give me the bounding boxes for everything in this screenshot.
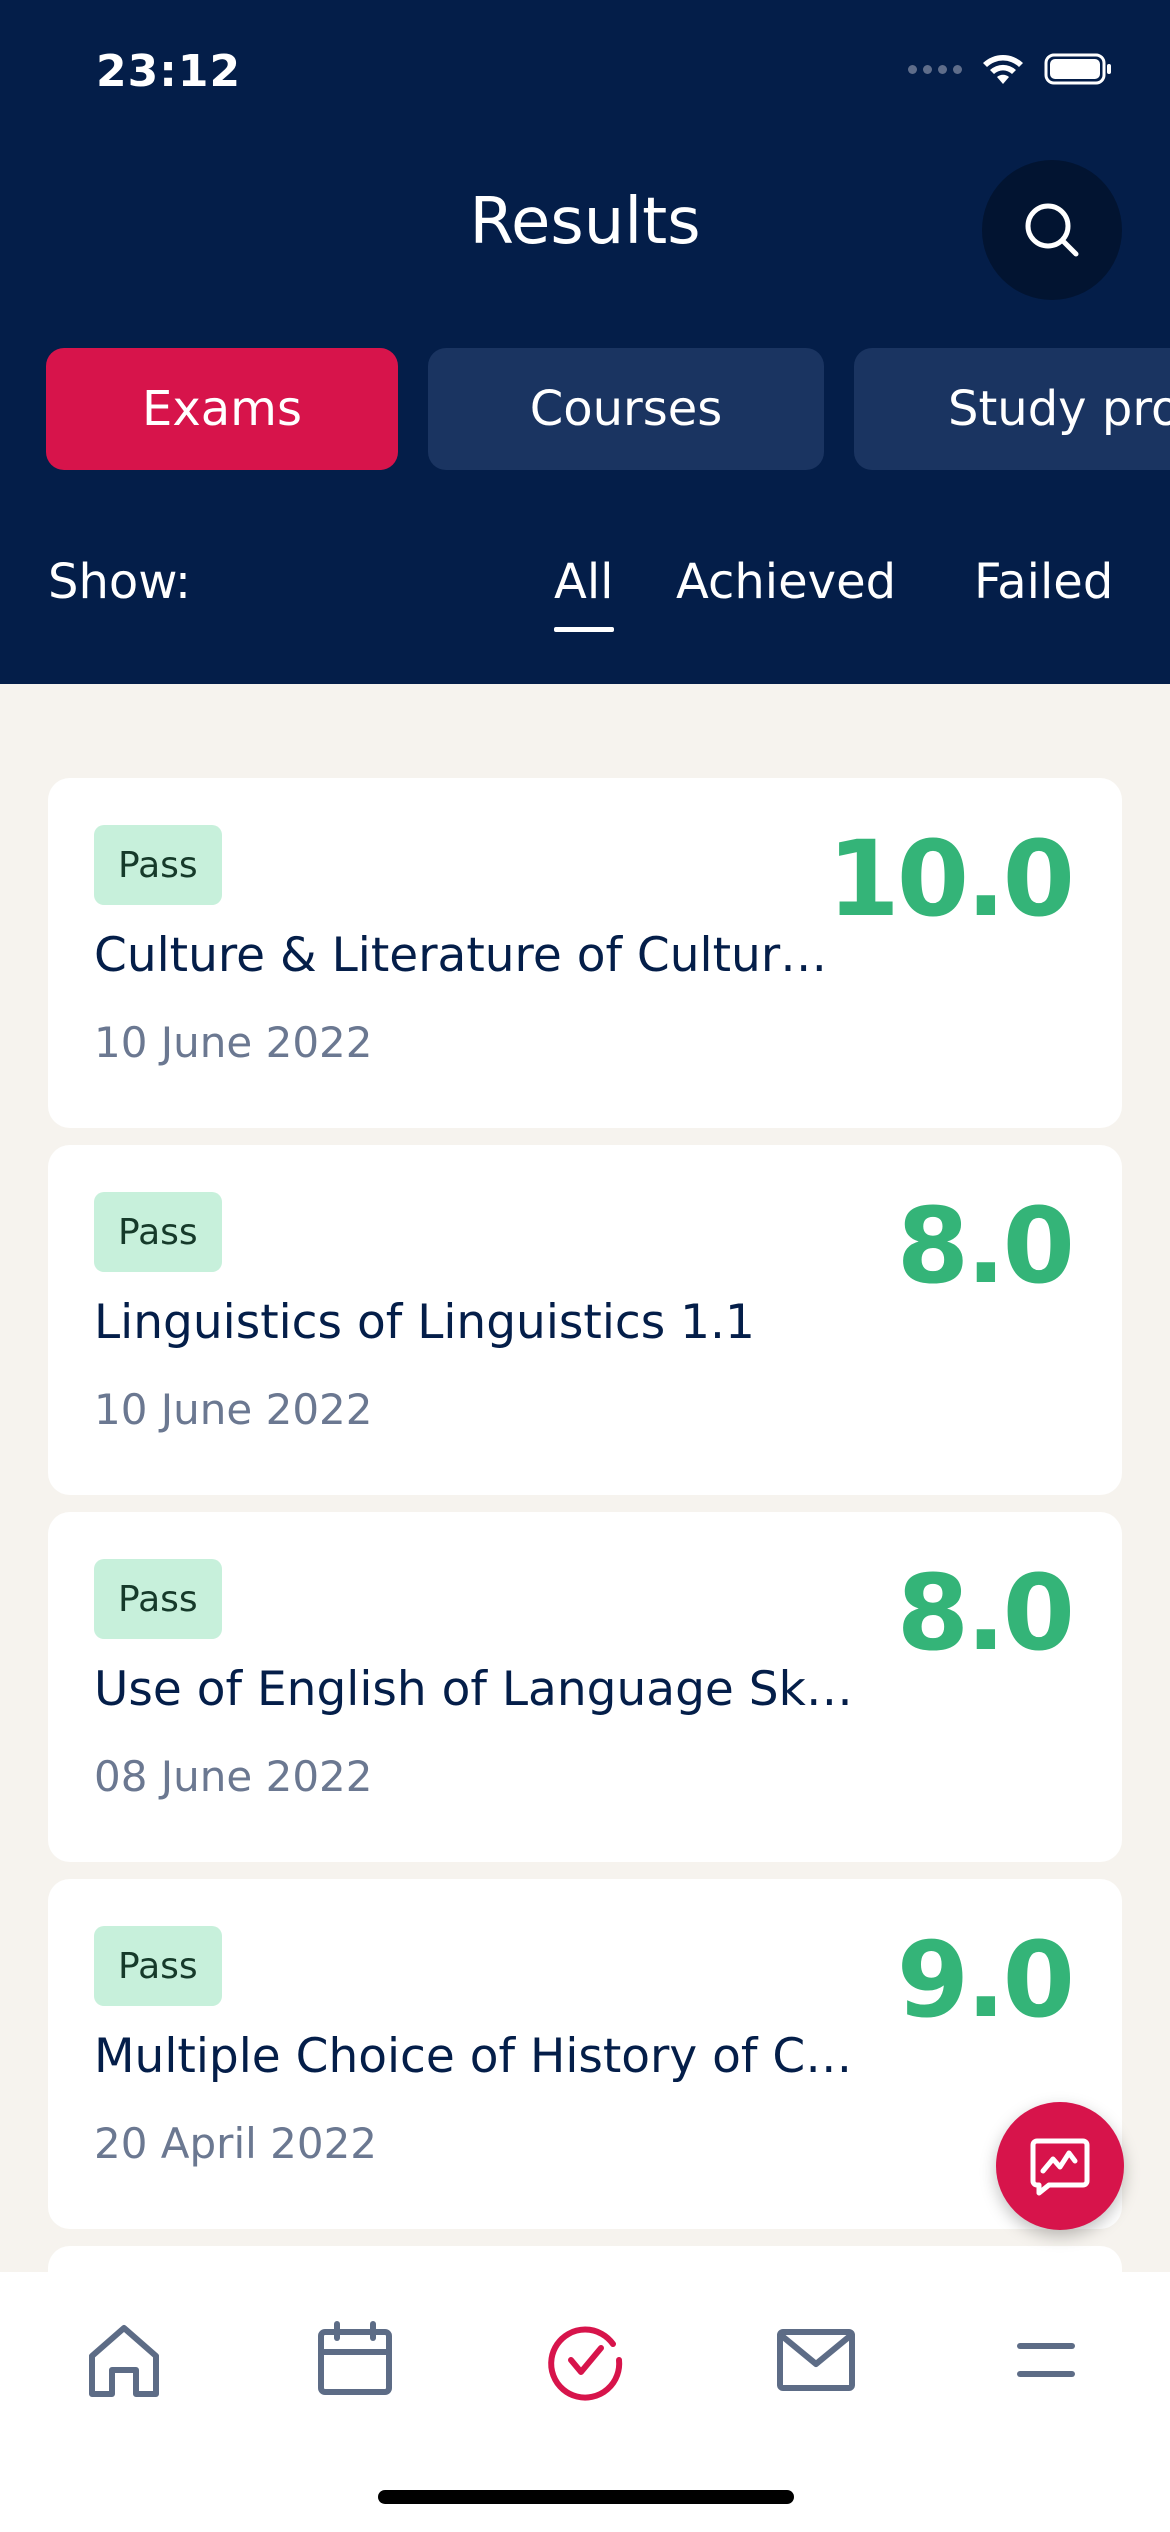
nav-home[interactable] bbox=[74, 2310, 174, 2410]
result-date: 10 June 2022 bbox=[94, 1018, 373, 1067]
cellular-signal-icon bbox=[908, 64, 962, 74]
filter-label: Show: bbox=[48, 554, 192, 610]
grade-value: 10.0 bbox=[827, 818, 1075, 940]
result-card[interactable]: Pass Multiple Choice of History of C… 20… bbox=[48, 1879, 1122, 2229]
calendar-icon bbox=[318, 2321, 392, 2395]
home-icon bbox=[89, 2325, 159, 2397]
result-date: 20 April 2022 bbox=[94, 2119, 378, 2168]
result-card[interactable]: Pass Use of English of Language Skil… 08… bbox=[48, 1512, 1122, 1862]
battery-icon bbox=[1044, 53, 1111, 85]
grade-value: 8.0 bbox=[896, 1552, 1075, 1674]
status-bar: 23:12 bbox=[0, 0, 1170, 150]
grade-value: 9.0 bbox=[896, 1919, 1075, 2041]
results-check-icon bbox=[548, 2326, 623, 2401]
tab-courses[interactable]: Courses bbox=[428, 348, 824, 470]
result-date: 10 June 2022 bbox=[94, 1385, 373, 1434]
nav-calendar[interactable] bbox=[305, 2310, 405, 2410]
status-icons bbox=[908, 52, 1114, 86]
mail-icon bbox=[777, 2329, 855, 2391]
grade-value: 8.0 bbox=[896, 1185, 1075, 1307]
status-badge: Pass bbox=[94, 1559, 222, 1639]
status-badge: Pass bbox=[94, 825, 222, 905]
wifi-icon bbox=[983, 55, 1023, 84]
nav-messages[interactable] bbox=[766, 2310, 866, 2410]
result-date: 08 June 2022 bbox=[94, 1752, 373, 1801]
status-badge: Pass bbox=[94, 1192, 222, 1272]
course-name: Use of English of Language Skil… bbox=[94, 1662, 864, 1717]
feedback-icon bbox=[1030, 2138, 1090, 2196]
status-time: 23:12 bbox=[96, 46, 242, 97]
menu-icon bbox=[1017, 2343, 1075, 2377]
nav-menu[interactable] bbox=[996, 2310, 1096, 2410]
course-name: Culture & Literature of Cultur… bbox=[94, 928, 828, 983]
result-card[interactable]: Pass Culture & Literature of Cultur… 10 … bbox=[48, 778, 1122, 1128]
header: 23:12 Results Exams Courses Study pro Sh… bbox=[0, 0, 1170, 684]
filter-all[interactable]: All bbox=[554, 554, 614, 632]
filter-row: Show: All Achieved Failed bbox=[48, 546, 1122, 632]
result-card[interactable]: Pass Linguistics of Linguistics 1.1 10 J… bbox=[48, 1145, 1122, 1495]
nav-results[interactable] bbox=[535, 2310, 635, 2410]
course-name: Multiple Choice of History of C… bbox=[94, 2029, 853, 2084]
tab-study-programme[interactable]: Study pro bbox=[854, 348, 1170, 470]
feedback-button[interactable] bbox=[996, 2102, 1124, 2230]
search-icon bbox=[1025, 203, 1079, 257]
tab-bar: Exams Courses Study pro bbox=[46, 348, 1170, 470]
course-name: Linguistics of Linguistics 1.1 bbox=[94, 1295, 755, 1350]
tab-exams[interactable]: Exams bbox=[46, 348, 398, 470]
status-badge: Pass bbox=[94, 1926, 222, 2006]
search-button[interactable] bbox=[982, 160, 1122, 300]
filter-achieved[interactable]: Achieved bbox=[676, 554, 896, 610]
filter-failed[interactable]: Failed bbox=[974, 554, 1113, 610]
home-indicator[interactable] bbox=[378, 2490, 794, 2504]
